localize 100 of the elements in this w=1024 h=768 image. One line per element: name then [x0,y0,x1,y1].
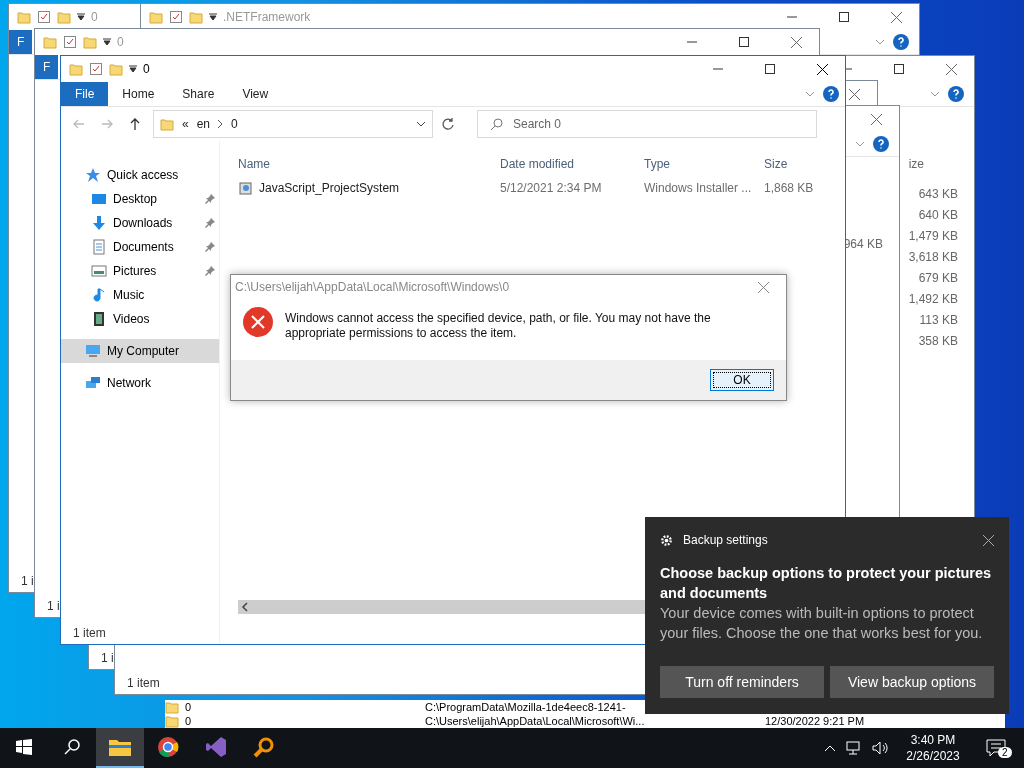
folder-icon [165,700,179,714]
nav-item[interactable]: Documents [61,235,219,259]
pin-icon[interactable] [205,218,215,228]
help-icon[interactable] [873,136,889,152]
nav-item[interactable]: Downloads [61,211,219,235]
column-header[interactable]: Size [764,157,844,171]
dropdown-icon[interactable] [77,13,85,21]
notification-icon[interactable] [986,739,1006,757]
file-size: 679 KB [918,270,958,287]
breadcrumb-overflow[interactable]: « [182,117,189,131]
pin-icon[interactable] [205,266,215,276]
file-name[interactable]: JavaScript_ProjectSystem [238,180,500,196]
dropdown-icon[interactable] [103,38,111,46]
window-title: 0 [117,35,124,49]
ribbon-tab[interactable]: F [35,55,59,79]
search-field[interactable]: Search 0 [477,110,817,138]
dropdown-icon[interactable] [129,65,137,73]
download-icon [91,215,107,231]
magnifier-icon [253,736,275,758]
notification-count: 2 [998,747,1012,758]
nav-item[interactable]: Pictures [61,259,219,283]
file-size: 3,618 KB [908,249,958,266]
file-size: 358 KB [918,333,958,350]
notification-button[interactable]: View backup options [830,666,994,698]
nav-item[interactable]: Network [61,371,219,395]
music-icon [91,287,107,303]
size-cell-text: 1,868 KB [764,181,815,195]
chevron-down-icon[interactable] [416,121,426,127]
file-size: 113 KB [919,312,958,329]
pin-icon[interactable] [205,242,215,252]
network-icon[interactable] [846,741,862,755]
breadcrumb[interactable]: en [196,117,211,131]
dropdown-icon[interactable] [209,13,217,21]
up-icon[interactable] [128,117,142,131]
properties-icon[interactable] [89,62,103,76]
clock[interactable]: 3:40 PM 2/26/2023 [898,732,968,764]
column-header[interactable]: Date modified [500,157,644,171]
file-name[interactable]: 0 [185,715,425,727]
refresh-icon[interactable] [441,117,455,131]
maximize-icon[interactable] [739,37,749,47]
file-size: 1,479 KB [908,228,958,245]
ribbon-tab[interactable]: Share [168,82,229,106]
status-text: 1 i [47,599,60,613]
nav-item[interactable]: Quick access [61,163,219,187]
chevron-right-icon [218,120,224,128]
nav-item[interactable]: Desktop [61,187,219,211]
ribbon-tab[interactable]: View [228,82,283,106]
window-title: .NETFramework [223,10,311,24]
properties-icon[interactable] [63,35,77,49]
notification-button[interactable]: Turn off reminders [660,666,824,698]
notification-body: Your device comes with built-in options to protect your files. Choose the one that works best for you. [660,604,984,643]
chevron-up-icon[interactable] [824,744,836,752]
column-header[interactable]: Type [644,157,764,171]
properties-icon[interactable] [37,10,51,24]
notification-heading: Choose backup options to protect your pictures and documents [660,564,993,603]
search-icon[interactable] [64,739,80,755]
date-cell-text: 12/30/2022 9:21 PM [765,715,866,727]
settings-icon [660,533,673,547]
dialog-title: C:\Users\elijah\AppData\Local\Microsoft\Windows\0 [235,280,511,294]
file-size: 643 KB [918,186,958,203]
help-icon[interactable] [823,86,839,102]
column-header[interactable]: ize [908,154,924,175]
nav-item[interactable]: Videos [61,307,219,331]
taskbar-app[interactable] [96,728,144,768]
path-cell-text: C:\Users\elijah\AppData\Local\Microsoft\Wi... [425,715,646,727]
properties-icon[interactable] [169,10,183,24]
status-text: 1 i [21,574,34,588]
picture-icon [91,263,107,279]
error-message: Windows cannot access the specified device, path, or file. You may not have the appropriate permissions to access the item. [285,310,712,341]
ide-icon [205,736,227,758]
folder-icon [69,62,83,76]
column-header[interactable]: Name [238,157,500,171]
status-text: 1 item [73,626,106,640]
ok-button[interactable]: OK [710,369,774,391]
error-icon [243,307,273,337]
maximize-icon[interactable] [765,64,775,74]
ribbon-tab[interactable]: Home [108,82,169,106]
file-name[interactable]: 0 [185,701,425,713]
help-icon[interactable] [948,86,964,102]
start-icon[interactable] [16,739,32,755]
folder-icon [83,35,97,49]
address-bar[interactable]: « en 0 [153,110,433,138]
ribbon-tab[interactable]: F [9,30,33,54]
maximize-icon[interactable] [894,64,904,74]
folder-icon [108,737,132,757]
ribbon-tab[interactable]: File [61,82,109,106]
network-icon [85,375,101,391]
date-cell-text: 5/12/2021 2:34 PM [500,181,603,195]
close-icon[interactable] [983,534,994,546]
nav-item[interactable]: My Computer [61,339,219,363]
close-icon[interactable] [816,63,828,75]
file-size: 1,492 KB [908,291,958,308]
pin-icon[interactable] [205,194,215,204]
nav-item[interactable]: Music [61,283,219,307]
status-text: 1 item [127,676,160,690]
browser-icon [157,736,179,758]
file-size: 640 KB [918,207,958,224]
speaker-icon[interactable] [872,741,888,755]
breadcrumb[interactable]: 0 [231,117,238,131]
folder-icon [43,35,57,49]
